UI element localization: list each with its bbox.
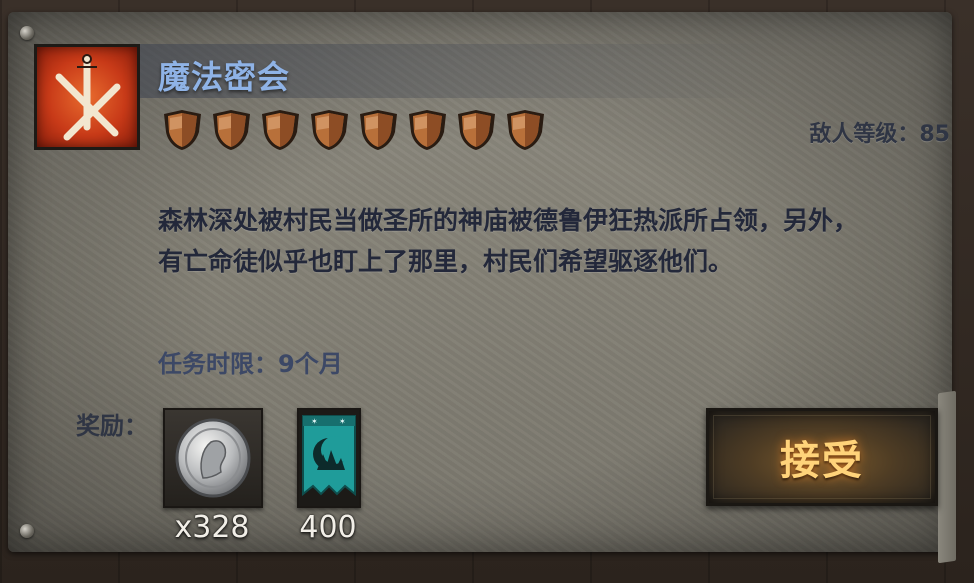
moon-banner-icon: ✶ ✶ xyxy=(302,415,356,497)
accept-button[interactable]: 接受 xyxy=(706,408,938,506)
shield-icon xyxy=(164,110,201,150)
shield-icon xyxy=(262,110,299,150)
mission-type-icon xyxy=(34,44,140,150)
rivet-icon xyxy=(20,524,34,538)
svg-text:✶: ✶ xyxy=(339,417,346,426)
rivet-icon xyxy=(20,26,34,40)
accept-button-label: 接受 xyxy=(780,438,864,484)
reward-count: 400 xyxy=(299,510,357,545)
reward-label: 奖励： xyxy=(76,412,148,440)
mission-description: 森林深处被村民当做圣所的神庙被德鲁伊狂热派所占领，另外， 有亡命徒似乎也盯上了那… xyxy=(158,200,938,282)
crossed-swords-icon xyxy=(55,54,121,141)
silver-coin-icon xyxy=(175,418,251,498)
reward-banner-slot[interactable]: ✶ ✶ xyxy=(297,408,361,508)
shield-icon xyxy=(213,110,250,150)
reward-coin-slot[interactable] xyxy=(163,408,263,508)
description-line: 森林深处被村民当做圣所的神庙被德鲁伊狂热派所占领，另外， xyxy=(158,206,859,235)
shield-icon xyxy=(507,110,544,150)
reward-count: x328 xyxy=(174,510,250,545)
enemy-level: 敌人等级：85 xyxy=(809,122,950,147)
shield-icon xyxy=(360,110,397,150)
time-limit: 任务时限：9个月 xyxy=(158,350,343,378)
description-line: 有亡命徒似乎也盯上了那里，村民们希望驱逐他们。 xyxy=(158,247,734,276)
shield-icon xyxy=(409,110,446,150)
difficulty-shields xyxy=(160,108,548,152)
svg-text:✶: ✶ xyxy=(311,417,318,426)
shield-icon xyxy=(311,110,348,150)
mission-title: 魔法密会 xyxy=(158,58,291,96)
shield-icon xyxy=(458,110,495,150)
